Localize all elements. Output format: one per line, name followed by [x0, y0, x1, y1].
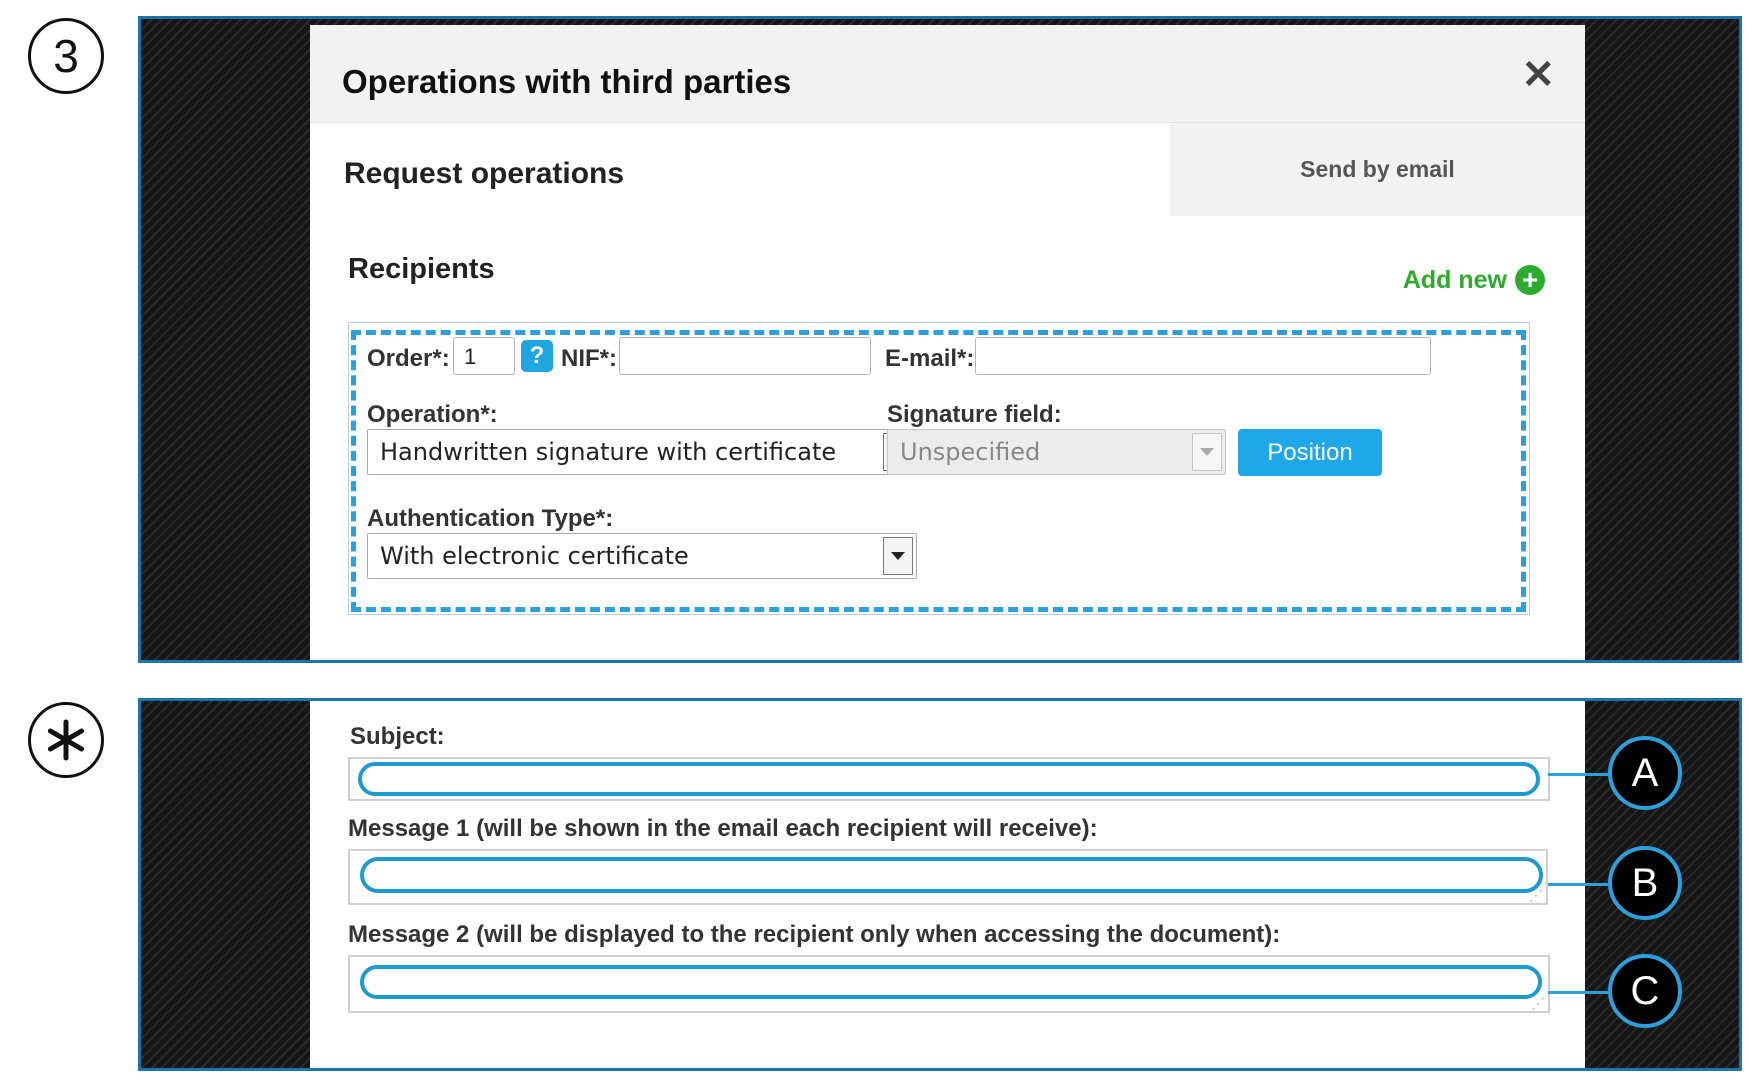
email-label: E-mail*:	[885, 345, 975, 372]
help-icon[interactable]: ?	[521, 340, 553, 372]
subject-highlight	[358, 762, 1540, 796]
tab-send-by-email[interactable]: Send by email	[1170, 123, 1585, 216]
nif-input[interactable]	[619, 337, 871, 375]
subject-label: Subject:	[350, 723, 445, 750]
order-input[interactable]: 1	[453, 337, 515, 375]
dialog-title: Operations with third parties	[342, 63, 792, 100]
add-new-label: Add new	[1402, 265, 1507, 294]
operations-dialog: Operations with third parties ✕ Request …	[310, 25, 1585, 660]
callout-c: C	[1608, 954, 1682, 1028]
operation-label: Operation*:	[367, 401, 498, 428]
message1-label: Message 1 (will be shown in the email ea…	[348, 815, 1098, 842]
top-screenshot-panel: Operations with third parties ✕ Request …	[138, 16, 1742, 663]
auth-type-label: Authentication Type*:	[367, 505, 614, 532]
chevron-down-icon[interactable]	[883, 537, 913, 575]
auth-type-value: With electronic certificate	[380, 542, 689, 570]
nif-label: NIF*:	[561, 345, 617, 372]
add-new-button[interactable]: Add new +	[1403, 265, 1545, 295]
resize-handle-icon[interactable]: ⋰	[1529, 888, 1543, 902]
tab-request-operations[interactable]: Request operations	[344, 157, 624, 191]
email-input[interactable]	[975, 337, 1431, 375]
callout-a: A	[1608, 736, 1682, 810]
message1-textarea[interactable]: ⋰	[348, 849, 1548, 905]
dialog-header: Operations with third parties ✕	[310, 25, 1585, 123]
step-number: 3	[53, 30, 79, 82]
callout-line-b	[1548, 883, 1608, 886]
signature-field-value: Unspecified	[900, 438, 1041, 466]
message1-highlight	[360, 857, 1543, 893]
position-button[interactable]: Position	[1238, 429, 1382, 476]
operation-select[interactable]: Handwritten signature with certificate	[367, 429, 917, 475]
auth-type-select[interactable]: With electronic certificate	[367, 533, 917, 579]
recipients-title: Recipients	[348, 253, 495, 285]
recipient-card: Order*: 1 ? NIF*: E-mail*: Operation*: H…	[348, 322, 1530, 615]
signature-field-select[interactable]: Unspecified	[887, 429, 1226, 475]
callout-line-a	[1548, 773, 1608, 776]
close-icon[interactable]: ✕	[1521, 55, 1555, 95]
email-form-area: Subject: Message 1 (will be shown in the…	[310, 701, 1585, 1068]
plus-circle-icon: +	[1515, 265, 1545, 295]
message2-highlight	[360, 965, 1542, 999]
operation-value: Handwritten signature with certificate	[380, 438, 837, 466]
subject-input[interactable]	[348, 757, 1550, 801]
callout-b: B	[1608, 846, 1682, 920]
bottom-screenshot-panel: Subject: Message 1 (will be shown in the…	[138, 698, 1742, 1071]
resize-handle-icon[interactable]: ⋰	[1531, 996, 1545, 1010]
asterisk-marker	[28, 702, 104, 778]
message2-textarea[interactable]: ⋰	[348, 955, 1550, 1013]
signature-field-label: Signature field:	[887, 401, 1062, 428]
chevron-down-icon[interactable]	[1192, 433, 1222, 471]
step-number-marker: 3	[28, 18, 104, 94]
tab-send-by-email-label: Send by email	[1300, 156, 1455, 182]
message2-label: Message 2 (will be displayed to the reci…	[348, 921, 1281, 948]
order-label: Order*:	[367, 345, 450, 372]
callout-line-c	[1548, 991, 1608, 994]
asterisk-icon	[47, 719, 85, 761]
